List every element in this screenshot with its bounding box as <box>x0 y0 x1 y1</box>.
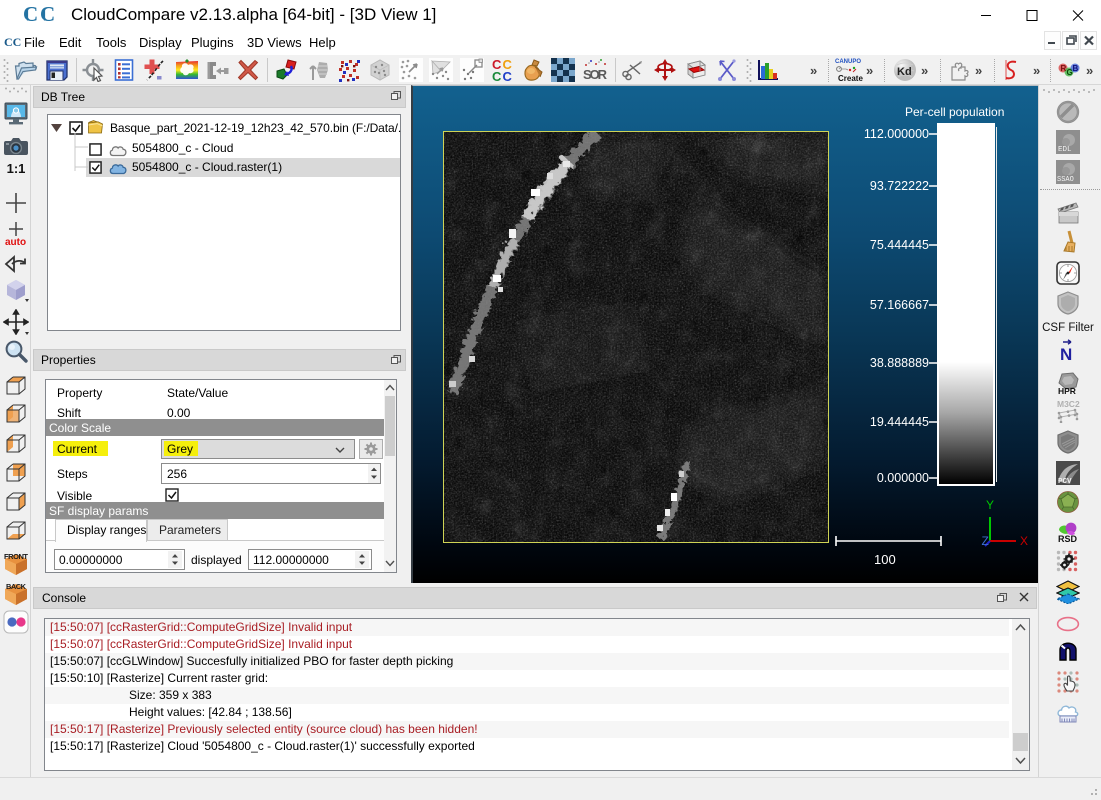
svg-text:Z: Z <box>982 534 989 548</box>
svg-text:CANUPO: CANUPO <box>835 59 861 65</box>
svg-text:C: C <box>492 69 502 82</box>
svg-text:auto: auto <box>5 237 26 247</box>
svg-text:B: B <box>1073 64 1079 73</box>
svg-text:C: C <box>23 4 38 26</box>
svg-text:Create: Create <box>838 74 863 83</box>
svg-text:N: N <box>1060 345 1072 361</box>
svg-text:SSAO: SSAO <box>1057 176 1074 184</box>
svg-text:BACK: BACK <box>6 582 27 591</box>
svg-text:Y: Y <box>986 498 994 512</box>
svg-text:Kd: Kd <box>897 66 912 78</box>
svg-text:FRONT: FRONT <box>4 552 28 561</box>
svg-text:PCV: PCV <box>1058 478 1072 485</box>
svg-text:CC: CC <box>4 35 21 49</box>
svg-text:C: C <box>40 4 55 26</box>
svg-text:X: X <box>1020 534 1028 548</box>
svg-text:RSD: RSD <box>1058 534 1078 544</box>
svg-text:HPR: HPR <box>1058 386 1076 395</box>
svg-text:SOR: SOR <box>583 67 607 82</box>
svg-text:EDL: EDL <box>1058 146 1072 154</box>
svg-text:C: C <box>503 69 513 82</box>
svg-text:M3C2: M3C2 <box>1057 399 1080 409</box>
